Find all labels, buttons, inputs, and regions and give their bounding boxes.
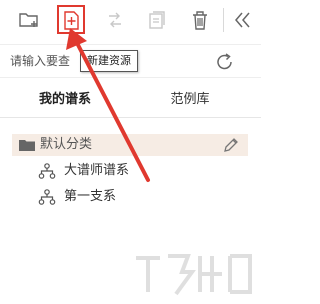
toolbar: [0, 0, 261, 40]
refresh-icon[interactable]: [213, 50, 237, 74]
tooltip-new-resource: 新建资源: [80, 50, 138, 72]
tree-item-label: 大谱师谱系: [64, 163, 130, 178]
move-icon[interactable]: [101, 6, 129, 34]
watermark-logo: [136, 254, 252, 296]
hierarchy-icon: [38, 163, 56, 187]
tree-item-genealogy[interactable]: 大谱师谱系: [36, 160, 216, 182]
edit-icon[interactable]: [222, 136, 240, 162]
delete-icon[interactable]: [186, 6, 214, 34]
tree-folder-default[interactable]: 默认分类: [12, 134, 248, 156]
folder-icon: [18, 138, 36, 160]
hierarchy-icon: [38, 189, 56, 213]
new-resource-highlight-box: [57, 5, 85, 34]
tree-item-label: 第一支系: [64, 189, 117, 204]
tab-example-library[interactable]: 范例库: [131, 82, 249, 117]
copy-icon[interactable]: [142, 6, 170, 34]
collapse-panel-icon[interactable]: [229, 6, 257, 34]
tab-bar: 我的谱系 范例库: [0, 82, 261, 118]
tree-folder-label: 默认分类: [40, 137, 93, 152]
toolbar-divider: [223, 8, 224, 32]
new-folder-icon[interactable]: [15, 6, 43, 34]
tree-item-branch[interactable]: 第一支系: [36, 186, 216, 208]
tab-my-genealogy[interactable]: 我的谱系: [0, 82, 130, 117]
